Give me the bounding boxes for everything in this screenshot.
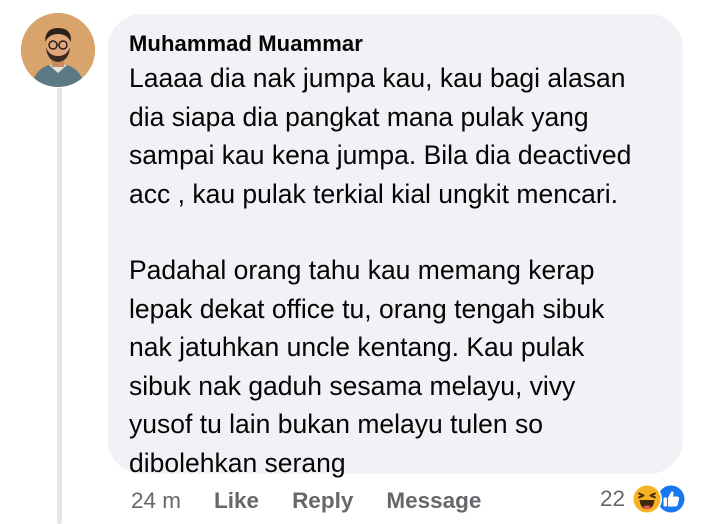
comment-paragraph-1: Laaaa dia nak jumpa kau, kau bagi alasan… [129, 59, 663, 213]
thread-line [57, 88, 62, 524]
comment-author[interactable]: Muhammad Muammar [129, 30, 663, 58]
comment-paragraph-2: Padahal orang tahu kau memang kerap lepa… [129, 251, 663, 482]
comment-text-line: Laaaa dia nak jumpa kau, kau bagi alasan [129, 63, 626, 93]
avatar[interactable] [21, 13, 95, 87]
comment-text-line: acc , kau pulak terkial kial ungkit menc… [129, 178, 618, 209]
comment-actions: 24 m Like Reply Message [131, 485, 514, 517]
comment-text-line: dibolehkan serang [129, 447, 346, 478]
comment-timestamp[interactable]: 24 m [131, 488, 181, 514]
reaction-count: 22 [600, 486, 626, 511]
comment-text-line: dia siapa dia pangkat mana pulak yang [129, 101, 589, 132]
reaction-icons [631, 483, 693, 515]
message-button[interactable]: Message [386, 488, 481, 514]
reply-button[interactable]: Reply [292, 488, 353, 514]
comment-text-line: sampai kau kena jumpa. Bila dia deactive… [129, 140, 632, 170]
comment-text-line: yusof tu lain bukan melayu tulen so [129, 409, 543, 439]
comment-bubble: Muhammad Muammar Laaaa dia nak jumpa kau… [108, 14, 683, 478]
avatar-image [21, 13, 95, 87]
reactions-summary[interactable]: 22 [600, 482, 693, 516]
haha-icon [632, 484, 663, 514]
comment-text-line: nak jatuhkan uncle kentang. Kau pulak [129, 332, 585, 362]
comment-text-line: lepak dekat office tu, orang tengah sibu… [129, 293, 605, 324]
comment-text-line: Padahal orang tahu kau memang kerap [129, 255, 595, 285]
like-button[interactable]: Like [214, 488, 259, 514]
comment-text-line: sibuk nak gaduh sesama melayu, vivy [129, 370, 576, 401]
